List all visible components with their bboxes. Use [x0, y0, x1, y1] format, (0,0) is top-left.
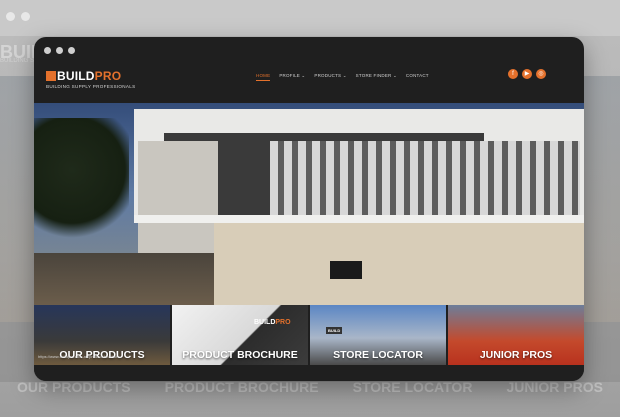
tile-product-brochure[interactable]: BUILDPRO PRODUCT BROCHURE	[172, 305, 308, 365]
tree	[34, 118, 129, 248]
brochure-logo: BUILDPRO	[254, 319, 291, 326]
browser-window: BUILDPRO BUILDING SUPPLY PROFESSIONALS H…	[34, 37, 584, 381]
brick-icon	[46, 71, 56, 81]
background-window-dots	[6, 12, 30, 21]
nav-profile[interactable]: PROFILE ⌄	[279, 73, 305, 81]
tile-junior-pros[interactable]: JUNIOR PROS	[448, 305, 584, 365]
house-balcony-slab	[134, 215, 584, 223]
house-lower-level	[214, 223, 584, 305]
window-dot[interactable]	[56, 47, 63, 54]
logo-tagline: BUILDING SUPPLY PROFESSIONALS	[46, 84, 136, 89]
brochure-logo-accent: PRO	[275, 319, 291, 326]
site-logo[interactable]: BUILDPRO	[46, 69, 121, 83]
logo-text: BUILDPRO	[57, 69, 121, 83]
house-glass-fence	[34, 253, 214, 305]
background-label: OUR PRODUCTS	[17, 379, 131, 395]
background-label: PRODUCT BROCHURE	[164, 379, 319, 395]
tile-store-locator[interactable]: BUILD STORE LOCATOR	[310, 305, 446, 365]
footer-bar	[34, 365, 584, 381]
site-header: BUILDPRO BUILDING SUPPLY PROFESSIONALS H…	[34, 61, 584, 101]
nav-contact[interactable]: CONTACT	[406, 73, 429, 81]
youtube-icon[interactable]: ▶	[522, 69, 532, 79]
hero-image	[34, 103, 584, 305]
nav-products[interactable]: PRODUCTS ⌄	[314, 73, 346, 81]
status-url: https://www.buildpro.com.au/product-broc…	[38, 354, 120, 359]
house-louvers	[270, 141, 580, 221]
social-links: f ▶ ◎	[508, 69, 546, 79]
store-sign: BUILD	[326, 327, 343, 334]
main-nav: HOME PROFILE ⌄ PRODUCTS ⌄ STORE FINDER ⌄…	[256, 73, 429, 81]
window-dot[interactable]	[68, 47, 75, 54]
instagram-icon[interactable]: ◎	[536, 69, 546, 79]
tile-label: STORE LOCATOR	[333, 349, 423, 361]
brochure-logo-main: BUILD	[254, 319, 276, 326]
window-dot[interactable]	[44, 47, 51, 54]
logo-accent: PRO	[94, 69, 122, 83]
nav-store-finder[interactable]: STORE FINDER ⌄	[356, 73, 397, 81]
tile-label: PRODUCT BROCHURE	[182, 349, 298, 361]
house-tv	[330, 261, 362, 279]
background-label: STORE LOCATOR	[352, 379, 473, 395]
tile-label: JUNIOR PROS	[479, 349, 553, 361]
facebook-icon[interactable]: f	[508, 69, 518, 79]
background-tile-labels: OUR PRODUCTS PRODUCT BROCHURE STORE LOCA…	[0, 379, 620, 395]
window-controls	[44, 47, 75, 54]
nav-home[interactable]: HOME	[256, 73, 271, 81]
background-topbar	[0, 0, 620, 36]
background-label: JUNIOR PROS	[506, 379, 603, 395]
logo-main: BUILD	[57, 69, 95, 83]
